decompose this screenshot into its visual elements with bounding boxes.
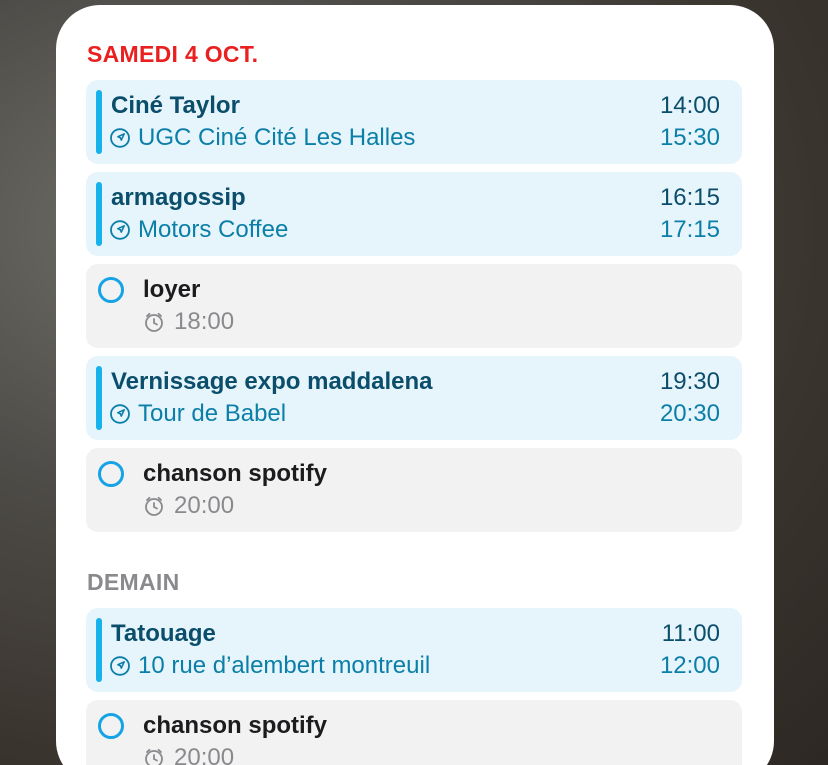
location-arrow-icon (109, 127, 131, 149)
event-location-label: 10 rue d’alembert montreuil (138, 652, 431, 679)
reminder-circle-icon[interactable] (98, 461, 124, 487)
event-title: Tatouage (111, 620, 216, 647)
clock-icon (143, 747, 165, 765)
event-card[interactable]: Tatouage 10 rue d’alembert montreuil 11:… (86, 608, 742, 692)
event-end-time: 12:00 (659, 652, 720, 679)
reminder-time-label: 18:00 (174, 308, 235, 335)
event-location: 10 rue d’alembert montreuil (109, 652, 430, 680)
event-location: Tour de Babel (109, 400, 286, 428)
event-location: Motors Coffee (109, 216, 288, 244)
event-title: armagossip (111, 184, 246, 211)
event-end-time: 17:15 (659, 216, 720, 243)
tomorrow-date-header: DEMAIN (87, 569, 180, 595)
location-arrow-icon (109, 219, 131, 241)
reminder-card[interactable]: loyer 18:00 (86, 264, 742, 348)
reminder-title: loyer (143, 276, 201, 303)
today-date-header: SAMEDI 4 OCT. (87, 41, 259, 67)
event-start-time: 16:15 (659, 184, 720, 211)
event-location-label: Tour de Babel (138, 400, 287, 427)
clock-icon (143, 495, 165, 517)
event-title: Ciné Taylor (111, 92, 240, 119)
event-start-time: 11:00 (661, 620, 720, 647)
reminder-time: 20:00 (143, 492, 234, 520)
reminder-time: 20:00 (143, 744, 234, 765)
event-title: Vernissage expo maddalena (111, 368, 433, 395)
calendar-widget[interactable]: SAMEDI 4 OCT. Ciné Taylor UGC Ciné Cité … (56, 5, 774, 765)
event-card[interactable]: Vernissage expo maddalena Tour de Babel … (86, 356, 742, 440)
reminder-time-label: 20:00 (174, 492, 235, 519)
reminder-circle-icon[interactable] (98, 713, 124, 739)
reminder-time-label: 20:00 (174, 744, 235, 765)
event-color-bar (96, 182, 102, 246)
reminder-card[interactable]: chanson spotify 20:00 (86, 448, 742, 532)
location-arrow-icon (109, 655, 131, 677)
event-color-bar (96, 618, 102, 682)
event-end-time: 15:30 (659, 124, 720, 151)
reminder-circle-icon[interactable] (98, 277, 124, 303)
event-location: UGC Ciné Cité Les Halles (109, 124, 415, 152)
event-card[interactable]: armagossip Motors Coffee 16:15 17:15 (86, 172, 742, 256)
event-end-time: 20:30 (659, 400, 720, 427)
event-location-label: UGC Ciné Cité Les Halles (138, 124, 416, 151)
reminder-title: chanson spotify (143, 460, 328, 487)
event-start-time: 14:00 (659, 92, 720, 119)
event-card[interactable]: Ciné Taylor UGC Ciné Cité Les Halles 14:… (86, 80, 742, 164)
reminder-time: 18:00 (143, 308, 234, 336)
location-arrow-icon (109, 403, 131, 425)
reminder-card[interactable]: chanson spotify 20:00 (86, 700, 742, 765)
event-location-label: Motors Coffee (138, 216, 289, 243)
clock-icon (143, 311, 165, 333)
event-color-bar (96, 90, 102, 154)
event-color-bar (96, 366, 102, 430)
reminder-title: chanson spotify (143, 712, 328, 739)
event-start-time: 19:30 (659, 368, 720, 395)
